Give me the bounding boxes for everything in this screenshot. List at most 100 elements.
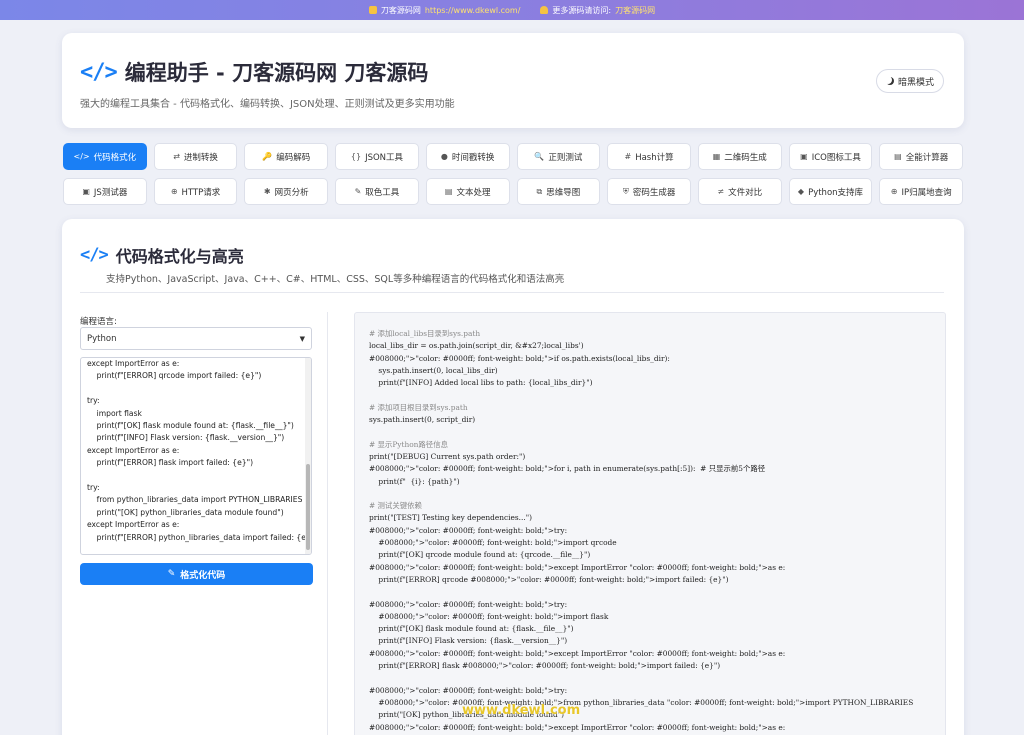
code-line: except ImportError as e: — [87, 445, 180, 455]
code-line: #008000;">"color: #0000ff; font-weight: … — [369, 538, 617, 548]
section-divider — [80, 292, 944, 293]
moon-icon — [886, 77, 894, 85]
code-line: print(f"[ERROR] flask import failed: {e}… — [87, 458, 254, 468]
language-select-value: Python — [87, 333, 117, 344]
tool-icon: ◆ — [797, 187, 805, 196]
tool-tab[interactable]: ▣ JS测试器 — [63, 178, 147, 205]
tool-tab-label: 二维码生成 — [724, 152, 767, 163]
code-line: sys.path.insert(0, script_dir) — [369, 415, 476, 425]
tool-tab[interactable]: {} JSON工具 — [335, 143, 419, 170]
pencil-icon: ✎ — [167, 569, 176, 579]
tool-tab-label: 网页分析 — [274, 187, 309, 198]
code-icon: </> — [80, 245, 109, 265]
code-output-content: # 添加local_libs目录到sys.path local_libs_dir … — [369, 328, 913, 734]
code-line: print(f"[INFO] Added local libs to path:… — [369, 378, 593, 388]
code-line: except ImportError as e: — [87, 359, 180, 368]
code-line: sys.path.insert(0, local_libs_dir) — [369, 365, 498, 375]
dark-mode-button[interactable]: 暗黑模式 — [876, 69, 944, 93]
tool-tab-label: Hash计算 — [635, 152, 674, 163]
section-description: 支持Python、JavaScript、Java、C++、C#、HTML、CSS… — [106, 274, 565, 285]
language-select[interactable]: Python ▼ — [80, 327, 312, 350]
code-line: print(f"[INFO] Flask version: {flask.__v… — [369, 636, 568, 646]
code-line: #008000;">"color: #0000ff; font-weight: … — [369, 685, 568, 695]
tool-tab[interactable]: ✎ 取色工具 — [335, 178, 419, 205]
code-input-scrollbar[interactable] — [305, 358, 311, 554]
code-line: #008000;">"color: #0000ff; font-weight: … — [369, 611, 609, 621]
tool-tab[interactable]: ▣ ICO图标工具 — [788, 143, 873, 170]
code-line: print("[DEBUG] Current sys.path order:") — [369, 451, 526, 461]
tool-tab[interactable]: ▦ 二维码生成 — [697, 143, 782, 170]
format-code-button[interactable]: ✎ 格式化代码 — [80, 563, 313, 585]
topbar-more-text: 更多源码请访问: — [552, 5, 612, 15]
tool-icon: ⧉ — [536, 186, 543, 196]
code-input-content: except ImportError as e: print(f"[ERROR]… — [87, 358, 312, 544]
tool-tab[interactable]: ▤ 文本处理 — [425, 178, 510, 205]
code-line: print(f"[OK] flask module found at: {fla… — [369, 624, 574, 634]
tool-tab-label: Python支持库 — [808, 187, 864, 198]
tool-icon: </> — [73, 152, 90, 161]
page-title-row: </> 编程助手 - 刀客源码网 刀客源码 — [80, 57, 428, 87]
tool-tab-label: ICO图标工具 — [811, 152, 861, 163]
tool-tab[interactable]: ⊕ HTTP请求 — [153, 178, 238, 205]
tool-tab[interactable]: # Hash计算 — [607, 143, 691, 170]
tool-tab-label: 密码生成器 — [632, 187, 676, 198]
code-line: try: — [87, 483, 100, 493]
tool-tab-label: HTTP请求 — [181, 187, 221, 198]
code-line: print(f"[INFO] Flask version: {flask.__v… — [87, 433, 285, 443]
tool-tab[interactable]: ▤ 全能计算器 — [879, 143, 964, 170]
tool-icon: ⊕ — [890, 187, 898, 196]
code-line: print(f"[ERROR] qrcode import failed: {e… — [87, 371, 262, 381]
code-line: #008000;">"color: #0000ff; font-weight: … — [369, 525, 568, 535]
code-line: #008000;">"color: #0000ff; font-weight: … — [369, 353, 670, 363]
tool-tab[interactable]: ⛨ 密码生成器 — [607, 178, 691, 205]
site-logo-icon — [368, 6, 377, 14]
tool-icon: ▣ — [800, 152, 808, 161]
tool-icon: ⛨ — [622, 186, 629, 196]
section-title-row: </> 代码格式化与高亮 — [80, 243, 244, 267]
tool-icon: ▣ — [82, 187, 90, 196]
code-icon: </> — [80, 59, 118, 85]
header-card: </> 编程助手 - 刀客源码网 刀客源码 强大的编程工具集合 - 代码格式化、… — [62, 33, 964, 128]
bell-icon — [540, 6, 549, 14]
tool-tab-label: 文件对比 — [728, 187, 763, 198]
dark-mode-label: 暗黑模式 — [897, 77, 934, 88]
tool-icon: ✎ — [354, 187, 362, 196]
topbar-site-url-link[interactable]: https://www.dkewl.com/ — [425, 6, 521, 15]
tool-tab-label: JS测试器 — [93, 187, 128, 198]
tool-tab-label: 时间戳转换 — [451, 152, 495, 163]
tool-icon: {} — [350, 152, 362, 161]
tool-tab[interactable]: ◆ Python支持库 — [788, 178, 873, 205]
tool-tab-label: 进制转换 — [183, 152, 218, 163]
code-input-textarea[interactable]: except ImportError as e: print(f"[ERROR]… — [80, 357, 312, 555]
tool-row-1: </> 代码格式化 ⇄ 进制转换 🔑 编码解码{} JSON工具 ● 时间戳转换 🔍 正则测试 # Ha… — [63, 143, 964, 170]
page-title: 编程助手 - 刀客源码网 刀客源码 — [124, 61, 429, 85]
tool-tab[interactable]: ≠ 文件对比 — [697, 178, 782, 205]
tool-tab[interactable]: </> 代码格式化 — [63, 143, 147, 170]
scrollbar-thumb[interactable] — [306, 464, 310, 550]
tool-tab[interactable]: 🔍 正则测试 — [516, 143, 601, 170]
code-line: print(f"[ERROR] python_libraries_data im… — [87, 532, 312, 542]
code-line: # 添加项目根目录到sys.path — [369, 402, 468, 412]
code-line: print("[OK] python_libraries_data module… — [87, 507, 284, 517]
code-line: print(f"[ERROR] flask #008000;">"color: … — [369, 661, 721, 671]
tool-icon: 🔍 — [534, 152, 545, 161]
tool-tab-label: 思维导图 — [546, 187, 581, 198]
tool-tab[interactable]: ⧉ 思维导图 — [516, 178, 601, 205]
tool-icon: ⊕ — [170, 187, 178, 196]
tool-tab[interactable]: ⊕ IP归属地查询 — [879, 178, 964, 205]
code-line: #008000;">"color: #0000ff; font-weight: … — [369, 562, 786, 572]
tool-tab[interactable]: 🔑 编码解码 — [244, 143, 329, 170]
topbar-more-link[interactable]: 刀客源码网 — [615, 5, 655, 16]
tool-tab-label: 代码格式化 — [93, 152, 137, 163]
tool-tab[interactable]: ✱ 网页分析 — [244, 178, 329, 205]
code-line: #008000;">"color: #0000ff; font-weight: … — [369, 464, 766, 474]
tool-tab[interactable]: ● 时间戳转换 — [425, 143, 510, 170]
tool-row-2: ▣ JS测试器 ⊕ HTTP请求 ✱ 网页分析 ✎ 取色工具 ▤ 文本处理 ⧉ 思维导图 ⛨ 密码生成器 ≠… — [63, 178, 964, 205]
code-line: except ImportError as e: — [87, 520, 180, 530]
tool-tab[interactable]: ⇄ 进制转换 — [153, 143, 238, 170]
code-line: from python_libraries_data import PYTHON… — [87, 495, 303, 505]
